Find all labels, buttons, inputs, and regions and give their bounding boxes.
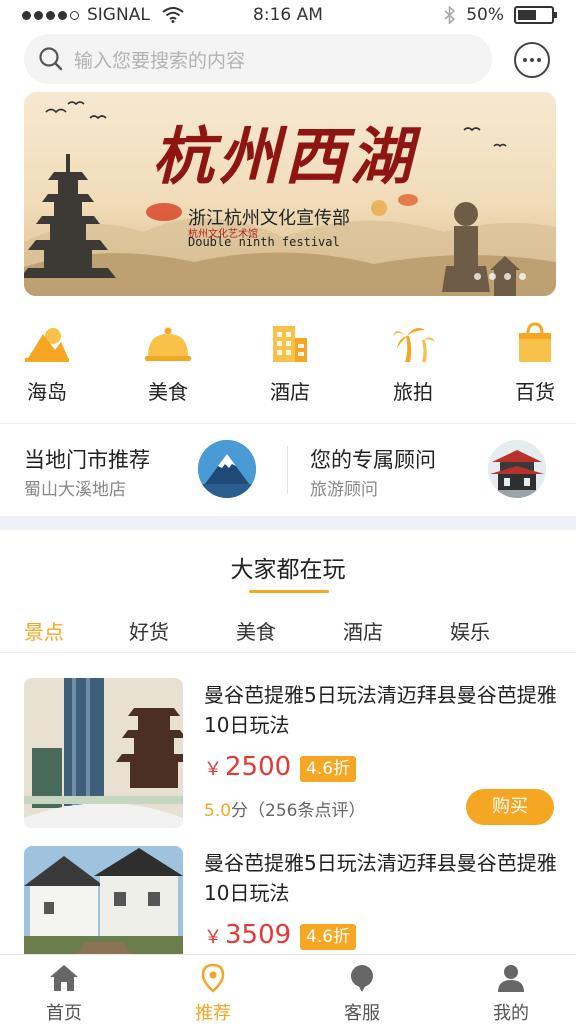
banner-english: Double ninth festival xyxy=(188,235,340,249)
category-hotel[interactable]: 酒店 xyxy=(245,322,335,405)
product-title[interactable]: 曼谷芭提雅5日玩法清迈拜县曼谷芭提雅10日玩法 xyxy=(204,680,560,740)
product-price: ￥ 3509 xyxy=(204,920,291,950)
store-subtitle: 蜀山大溪地店 xyxy=(24,480,126,500)
category-label: 百货 xyxy=(515,380,555,404)
advisor-subtitle: 旅游顾问 xyxy=(310,480,378,500)
price-value: 2500 xyxy=(225,752,292,782)
bluetooth-icon xyxy=(444,6,456,24)
hotel-building-icon xyxy=(273,326,307,362)
category-label: 旅拍 xyxy=(393,380,433,404)
divider xyxy=(0,423,576,424)
more-options-button[interactable] xyxy=(514,42,550,78)
product-title[interactable]: 曼谷芭提雅5日玩法清迈拜县曼谷芭提雅10日玩法 xyxy=(204,848,560,908)
category-label: 美食 xyxy=(148,380,188,404)
tab-recommend[interactable]: 推荐 xyxy=(173,963,253,1024)
tab-label: 客服 xyxy=(344,1003,380,1024)
product-price: ￥ 2500 xyxy=(204,752,291,782)
tab-label: 我的 xyxy=(493,1003,529,1024)
section-separator xyxy=(0,516,576,530)
battery-icon xyxy=(514,6,557,24)
tab-scenic[interactable]: 景点 xyxy=(24,616,64,645)
tab-profile[interactable]: 我的 xyxy=(471,963,551,1024)
home-icon xyxy=(50,965,78,991)
banner-pagination[interactable] xyxy=(474,273,526,280)
category-label: 酒店 xyxy=(270,380,310,404)
tab-food[interactable]: 美食 xyxy=(236,616,276,645)
page-dot[interactable] xyxy=(504,273,511,280)
store-title: 当地门市推荐 xyxy=(24,448,150,472)
user-icon xyxy=(498,965,524,992)
shopping-bag-icon xyxy=(519,322,551,362)
currency-symbol: ￥ xyxy=(204,759,222,780)
category-label: 海岛 xyxy=(27,380,67,404)
title-underline xyxy=(249,590,329,593)
product-image[interactable] xyxy=(24,678,183,828)
currency-symbol: ￥ xyxy=(204,927,222,948)
search-placeholder: 输入您要搜索的内容 xyxy=(74,49,246,72)
tab-service[interactable]: 客服 xyxy=(322,963,402,1024)
product-rating: 5.0分（256条点评） xyxy=(204,796,366,821)
page-dot[interactable] xyxy=(489,273,496,280)
status-bar: SIGNAL 8:16 AM 50% xyxy=(0,0,576,30)
page-dot[interactable] xyxy=(474,273,481,280)
promo-banner[interactable]: 杭州西湖 浙江杭州文化宣传部 杭州文化艺术馆 Double ninth fest… xyxy=(24,92,556,296)
pagoda-avatar xyxy=(488,440,546,498)
page-dot[interactable] xyxy=(519,273,526,280)
price-value: 3509 xyxy=(225,920,292,950)
banner-title: 杭州西湖 xyxy=(152,120,417,193)
review-count: （256条点评） xyxy=(248,801,366,821)
advisor-title: 您的专属顾问 xyxy=(310,448,436,472)
tab-goods[interactable]: 好货 xyxy=(129,616,169,645)
tab-label: 推荐 xyxy=(195,1003,231,1024)
battery-percent: 50% xyxy=(466,5,504,25)
island-icon xyxy=(25,328,69,362)
rating-unit: 分 xyxy=(231,801,249,821)
rating-score: 5.0 xyxy=(204,801,232,821)
category-food[interactable]: 美食 xyxy=(123,322,213,405)
mountain-avatar xyxy=(198,440,256,498)
search-input[interactable]: 输入您要搜索的内容 xyxy=(24,34,492,84)
palm-tree-icon xyxy=(393,328,435,362)
food-cloche-icon xyxy=(145,327,191,361)
buy-button[interactable]: 购买 xyxy=(466,789,554,825)
section-title: 大家都在玩 xyxy=(230,557,346,583)
discount-badge: 4.6折 xyxy=(300,924,357,950)
discount-badge: 4.6折 xyxy=(300,756,357,782)
tab-home[interactable]: 首页 xyxy=(24,963,104,1024)
search-icon xyxy=(39,47,63,71)
category-shopping[interactable]: 百货 xyxy=(490,322,576,405)
location-pin-icon xyxy=(201,963,225,993)
divider xyxy=(0,652,576,653)
category-island[interactable]: 海岛 xyxy=(2,322,92,405)
tab-label: 首页 xyxy=(46,1003,82,1024)
chat-bubble-icon xyxy=(351,965,373,992)
tab-hotel[interactable]: 酒店 xyxy=(343,616,383,645)
divider xyxy=(287,446,288,494)
category-travel-photo[interactable]: 旅拍 xyxy=(368,322,458,405)
tab-entertainment[interactable]: 娱乐 xyxy=(450,616,490,645)
bottom-tab-bar: 首页 推荐 客服 我的 xyxy=(0,954,576,1024)
